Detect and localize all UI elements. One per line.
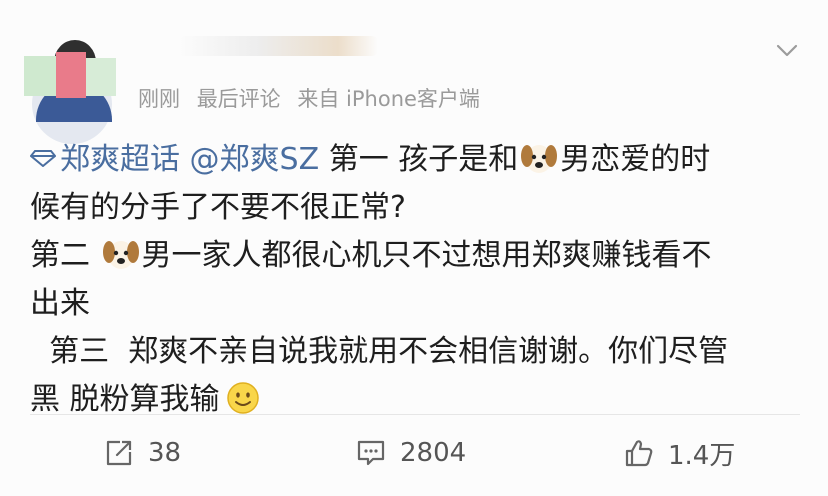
username-blurred[interactable] <box>178 36 378 56</box>
repost-count: 38 <box>148 438 182 468</box>
content-line-5: 第三 郑爽不亲自说我就用不会相信谢谢。你们尽管 <box>30 334 729 369</box>
mention-link[interactable]: @郑爽SZ <box>190 142 320 177</box>
like-icon <box>625 440 653 467</box>
line1-tail: 男恋爱的时 <box>560 142 711 177</box>
post-time: 刚刚 <box>138 87 180 111</box>
avatar-mosaic-left <box>24 56 56 96</box>
post-content: 郑爽超话 @郑爽SZ 第一 孩子是和 男恋爱的时 候有的分手了不要不很正常? 第… <box>30 136 800 424</box>
topic-link[interactable]: 郑爽超话 <box>30 142 180 177</box>
comment-button[interactable]: 2804 <box>356 436 466 470</box>
content-line-1: 郑爽超话 @郑爽SZ 第一 孩子是和 男恋爱的时 <box>30 136 800 184</box>
content-line-3: 第二 男一家人都很心机只不过想用郑爽赚钱看不 <box>30 232 800 280</box>
post-card: 刚刚 最后评论 来自 iPhone客户端 郑爽超话 @郑爽SZ 第一 孩子是和 … <box>0 0 828 496</box>
post-source: 来自 iPhone客户端 <box>297 87 480 111</box>
content-line-4: 出来 <box>30 286 90 321</box>
post-meta-label: 最后评论 <box>196 87 281 111</box>
topic-link-label: 郑爽超话 <box>60 142 180 177</box>
chevron-down-icon[interactable] <box>776 44 798 58</box>
line3-head: 第二 <box>30 238 100 273</box>
content-line-6: 黑 脱粉算我输 <box>30 376 800 424</box>
repost-button[interactable]: 38 <box>104 436 181 470</box>
content-line-2: 候有的分手了不要不很正常? <box>30 190 406 225</box>
comment-count: 2804 <box>400 438 467 468</box>
action-divider <box>30 414 800 415</box>
line3-tail: 男一家人都很心机只不过想用郑爽赚钱看不 <box>141 238 712 273</box>
repost-icon <box>106 440 132 466</box>
avatar[interactable] <box>24 34 116 144</box>
line6-text: 黑 脱粉算我输 <box>30 382 220 417</box>
post-meta: 刚刚 最后评论 来自 iPhone客户端 <box>138 83 490 113</box>
dog-emoji-icon <box>521 145 558 173</box>
avatar-mosaic-right <box>86 58 116 96</box>
like-count: 1.4万 <box>668 440 736 471</box>
like-button[interactable]: 1.4万 <box>624 436 736 471</box>
smile-emoji-icon <box>226 382 259 414</box>
comment-icon <box>357 440 385 466</box>
dog-emoji-icon <box>102 241 139 269</box>
line1-text: 第一 孩子是和 <box>319 142 519 177</box>
avatar-mosaic-center <box>56 52 86 98</box>
topic-diamond-icon <box>30 150 56 167</box>
